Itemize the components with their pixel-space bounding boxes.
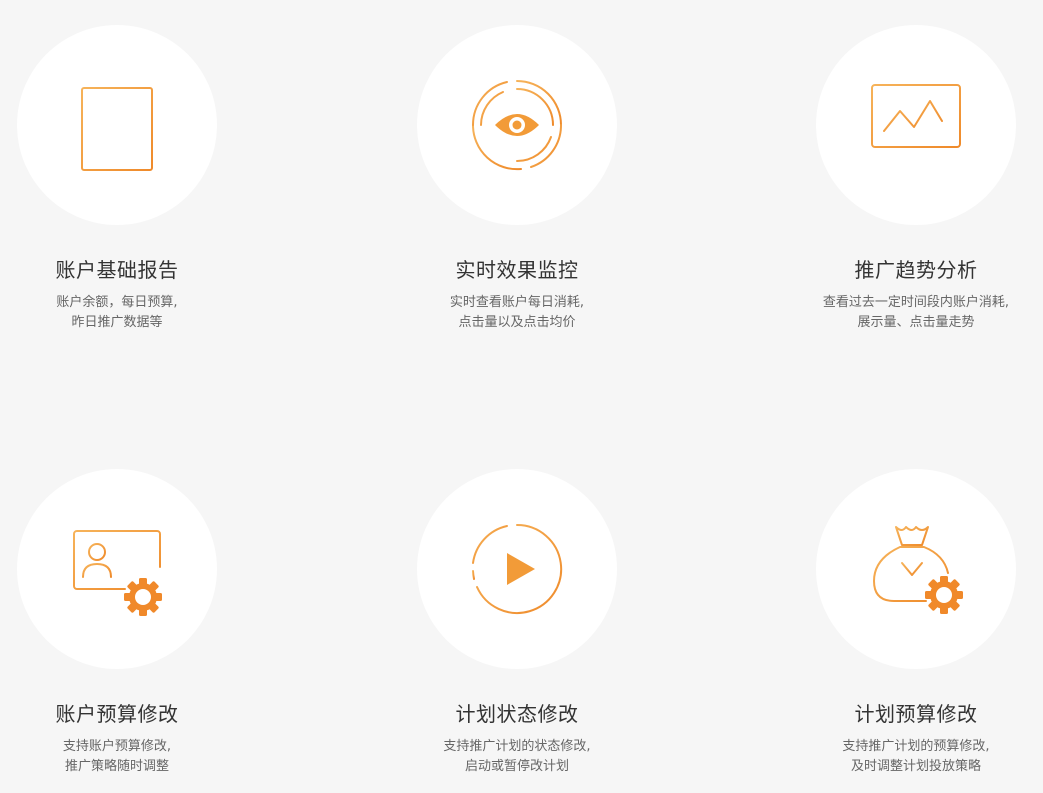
- description-line: 启动或暂停改计划: [464, 759, 569, 774]
- description-line: 点击量以及点击均价: [458, 315, 576, 330]
- feature-description: 实时查看账户每日消耗, 点击量以及点击均价: [387, 293, 647, 333]
- description-line: 昨日推广数据等: [71, 315, 163, 330]
- icon-circle: [17, 469, 217, 669]
- description-line: 实时查看账户每日消耗,: [449, 295, 585, 310]
- eye-monitor-icon: [471, 80, 563, 171]
- feature-title: 计划预算修改: [854, 702, 978, 726]
- feature-description: 支持推广计划的预算修改, 及时调整计划投放策略: [786, 737, 1043, 777]
- feature-description: 支持推广计划的状态修改, 启动或暂停改计划: [387, 737, 647, 777]
- icon-circle: [417, 469, 617, 669]
- description-line: 及时调整计划投放策略: [850, 759, 981, 774]
- feature-description: 支持账户预算修改, 推广策略随时调整: [0, 737, 247, 777]
- money-bag-gear-icon: [873, 526, 963, 614]
- icon-circle: [816, 25, 1016, 225]
- feature-description: 查看过去一定时间段内账户消耗, 展示量、点击量走势: [786, 293, 1043, 333]
- notepad-icon: [81, 80, 153, 171]
- feature-card-trend-analysis[interactable]: 推广趋势分析 查看过去一定时间段内账户消耗, 展示量、点击量走势: [786, 25, 1043, 333]
- feature-title: 账户基础报告: [55, 258, 179, 282]
- icon-circle: [816, 469, 1016, 669]
- feature-card-realtime-monitor[interactable]: 实时效果监控 实时查看账户每日消耗, 点击量以及点击均价: [387, 25, 647, 333]
- description-line: 支持推广计划的状态修改,: [443, 739, 591, 754]
- description-line: 查看过去一定时间段内账户消耗,: [822, 295, 1010, 310]
- feature-card-account-budget[interactable]: 账户预算修改 支持账户预算修改, 推广策略随时调整: [0, 469, 247, 777]
- feature-title: 实时效果监控: [455, 258, 579, 282]
- description-line: 账户余额，每日预算,: [56, 295, 178, 310]
- description-line: 支持账户预算修改,: [62, 739, 172, 754]
- feature-title: 推广趋势分析: [854, 258, 978, 282]
- feature-card-plan-budget[interactable]: 计划预算修改 支持推广计划的预算修改, 及时调整计划投放策略: [786, 469, 1043, 777]
- feature-grid: 账户基础报告 账户余额，每日预算, 昨日推广数据等 实时效果监控 实时查看账户每…: [0, 0, 1043, 793]
- description-line: 展示量、点击量走势: [857, 315, 975, 330]
- feature-title: 计划状态修改: [455, 702, 579, 726]
- feature-card-account-report[interactable]: 账户基础报告 账户余额，每日预算, 昨日推广数据等: [0, 25, 247, 333]
- description-line: 推广策略随时调整: [64, 759, 169, 774]
- play-icon: [472, 523, 563, 614]
- feature-title: 账户预算修改: [55, 702, 179, 726]
- account-settings-icon: [73, 530, 162, 616]
- icon-circle: [417, 25, 617, 225]
- trend-monitor-icon: [871, 84, 961, 162]
- icon-circle: [17, 25, 217, 225]
- feature-card-plan-status[interactable]: 计划状态修改 支持推广计划的状态修改, 启动或暂停改计划: [387, 469, 647, 777]
- description-line: 支持推广计划的预算修改,: [842, 739, 990, 754]
- feature-description: 账户余额，每日预算, 昨日推广数据等: [0, 293, 247, 333]
